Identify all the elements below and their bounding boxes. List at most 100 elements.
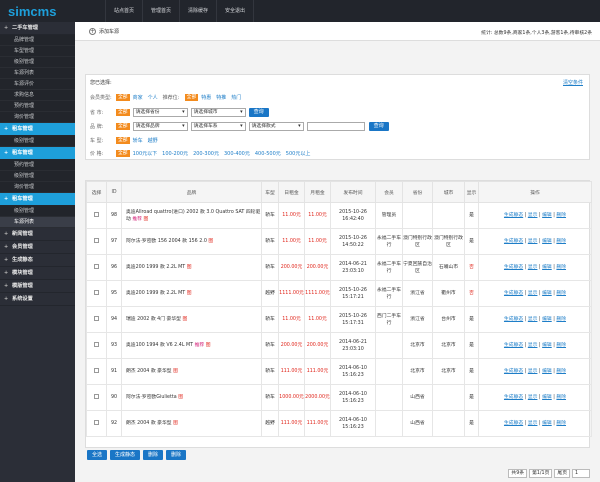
row-action-link[interactable]: 编辑 — [542, 213, 552, 218]
query-button[interactable]: 查询 — [368, 122, 389, 131]
app-logo[interactable]: simcms — [8, 4, 56, 19]
keyword-input[interactable] — [306, 122, 365, 131]
delete-button[interactable]: 删除 — [143, 450, 164, 460]
nav-site-home[interactable]: 站点首页 — [105, 0, 142, 22]
row-action-link[interactable]: 生成静态 — [504, 317, 523, 322]
row-checkbox[interactable] — [94, 237, 99, 243]
row-action-link[interactable]: 生成静态 — [504, 239, 523, 244]
row-action-link[interactable]: 显示 — [528, 317, 538, 322]
row-action-link[interactable]: 删除 — [556, 317, 566, 322]
sidebar-item[interactable]: 车源列表 — [0, 217, 75, 228]
row-action-link[interactable]: 显示 — [528, 421, 538, 426]
row-action-link[interactable]: 编辑 — [542, 291, 552, 296]
sidebar-group[interactable]: + 会员管理 — [0, 241, 75, 254]
sidebar-group[interactable]: + 模版管理 — [0, 280, 75, 293]
row-action-link[interactable]: 生成静态 — [504, 395, 523, 400]
row-action-link[interactable]: 删除 — [556, 239, 566, 244]
row-action-link[interactable]: 显示 — [528, 213, 538, 218]
row-action-link[interactable]: 显示 — [528, 291, 538, 296]
row-action-link[interactable]: 生成静态 — [504, 213, 523, 218]
row-action-link[interactable]: 编辑 — [542, 421, 552, 426]
row-action-link[interactable]: 显示 — [528, 265, 538, 270]
nav-admin-home[interactable]: 管理首页 — [142, 0, 179, 22]
row-action-link[interactable]: 编辑 — [542, 265, 552, 270]
row-action-link[interactable]: 生成静态 — [504, 421, 523, 426]
show-cell[interactable]: 否 — [464, 254, 479, 281]
row-action-link[interactable]: 生成静态 — [504, 369, 523, 374]
sidebar-group[interactable]: + 租车管理 — [0, 147, 75, 160]
price-option[interactable]: 500元以上 — [286, 150, 311, 157]
show-cell[interactable]: 是 — [464, 332, 479, 359]
row-action-link[interactable]: 删除 — [556, 369, 566, 374]
filter-option[interactable]: 越野 — [148, 137, 158, 144]
row-checkbox[interactable] — [94, 211, 99, 217]
row-action-link[interactable]: 删除 — [556, 343, 566, 348]
sidebar-item[interactable]: 级别管理 — [0, 136, 75, 147]
model-select[interactable]: 请选择款式 — [248, 122, 304, 131]
filter-all-tag[interactable]: 全部 — [116, 123, 130, 130]
sidebar-group[interactable]: + 租车管理 — [0, 193, 75, 206]
row-action-link[interactable]: 生成静态 — [504, 265, 523, 270]
filter-option[interactable]: 热门 — [231, 94, 241, 101]
sidebar-item[interactable]: 级别管理 — [0, 57, 75, 68]
show-cell[interactable]: 是 — [464, 410, 479, 437]
filter-option[interactable]: 个人 — [148, 94, 158, 101]
sidebar-item[interactable]: 车型管理 — [0, 46, 75, 57]
sidebar-item[interactable]: 询价管理 — [0, 112, 75, 123]
filter-all-tag[interactable]: 全部 — [116, 109, 130, 116]
row-action-link[interactable]: 编辑 — [542, 369, 552, 374]
row-checkbox[interactable] — [94, 419, 99, 425]
sidebar-item[interactable]: 预约管理 — [0, 101, 75, 112]
add-car-button[interactable]: + 添加车源 — [89, 28, 119, 35]
sidebar-group[interactable]: + 新闻管理 — [0, 228, 75, 241]
show-cell[interactable]: 是 — [464, 228, 479, 255]
sidebar-item[interactable]: 求购信息 — [0, 90, 75, 101]
row-action-link[interactable]: 删除 — [556, 291, 566, 296]
price-option[interactable]: 100-200元 — [162, 150, 188, 157]
filter-option[interactable]: 商家 — [133, 94, 143, 101]
price-option[interactable]: 400-500元 — [255, 150, 281, 157]
row-action-link[interactable]: 编辑 — [542, 343, 552, 348]
pager-last[interactable]: 尾页 — [554, 469, 570, 478]
sidebar-group[interactable]: + 系统设置 — [0, 293, 75, 306]
row-checkbox[interactable] — [94, 315, 99, 321]
row-action-link[interactable]: 显示 — [528, 239, 538, 244]
select-all-button[interactable]: 全选 — [87, 450, 108, 460]
sidebar-item[interactable]: 询价管理 — [0, 182, 75, 193]
sidebar-group[interactable]: + 模块管理 — [0, 267, 75, 280]
row-checkbox[interactable] — [94, 393, 99, 399]
row-checkbox[interactable] — [94, 289, 99, 295]
filter-all-tag[interactable]: 全部 — [116, 94, 130, 101]
row-checkbox[interactable] — [94, 263, 99, 269]
series-select[interactable]: 请选择车系 — [190, 122, 246, 131]
nav-clear-cache[interactable]: 清除缓存 — [179, 0, 216, 22]
show-cell[interactable]: 是 — [464, 202, 479, 229]
row-action-link[interactable]: 删除 — [556, 265, 566, 270]
row-action-link[interactable]: 生成静态 — [504, 291, 523, 296]
price-option[interactable]: 200-300元 — [193, 150, 219, 157]
sidebar-item[interactable]: 预约管理 — [0, 160, 75, 171]
price-option[interactable]: 100元以下 — [133, 150, 158, 157]
sidebar-item[interactable]: 级别管理 — [0, 206, 75, 217]
row-action-link[interactable]: 编辑 — [542, 395, 552, 400]
sidebar-item[interactable]: 车源评价 — [0, 79, 75, 90]
page-select[interactable]: 1 — [572, 469, 590, 478]
row-action-link[interactable]: 生成静态 — [504, 343, 523, 348]
row-action-link[interactable]: 显示 — [528, 343, 538, 348]
filter-option[interactable]: 特推 — [216, 94, 226, 101]
row-action-link[interactable]: 编辑 — [542, 317, 552, 322]
row-action-link[interactable]: 删除 — [556, 421, 566, 426]
sidebar-group[interactable]: + 二手车管理 — [0, 22, 75, 35]
query-button[interactable]: 查询 — [248, 108, 269, 117]
row-action-link[interactable]: 删除 — [556, 395, 566, 400]
sidebar-group[interactable]: + 生成静态 — [0, 254, 75, 267]
show-cell[interactable]: 是 — [464, 384, 479, 411]
filter-all-tag[interactable]: 全部 — [116, 150, 130, 157]
sidebar-item[interactable]: 级别管理 — [0, 171, 75, 182]
brand-select[interactable]: 请选择品牌 — [132, 122, 188, 131]
delete-button-2[interactable]: 删除 — [166, 450, 187, 460]
filter-all-tag[interactable]: 全部 — [184, 94, 199, 101]
row-checkbox[interactable] — [94, 341, 99, 347]
nav-logout[interactable]: 安全退出 — [216, 0, 255, 22]
row-checkbox[interactable] — [94, 367, 99, 373]
